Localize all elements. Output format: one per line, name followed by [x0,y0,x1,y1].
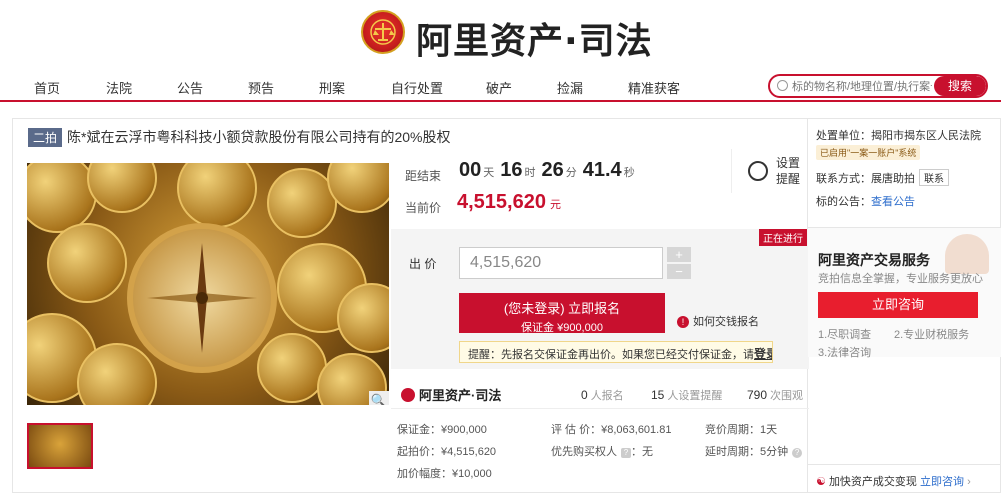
court-name: 处置单位：揭阳市揭东区人民法院 [816,130,981,142]
increment-button[interactable]: + [667,247,691,262]
chevron-right-icon: › [967,476,971,488]
zoom-icon[interactable]: 🔍 [369,391,389,405]
bid-label: 出 价 [409,257,437,271]
registered-count: 0 人报名 [581,388,624,402]
service-item: 3.法律咨询 [818,347,872,359]
nav-item-court[interactable]: 法院 [106,78,132,97]
notice-info: 标的公告：查看公告 [816,196,915,208]
round-badge: 二拍 [28,128,63,147]
court-emblem-icon [361,10,405,54]
question-icon[interactable]: ? [621,448,631,458]
appraisal-info: 评 估 价：¥8,063,601.81 [551,424,672,436]
bid-area: 正在进行 出 价 4,515,620 + − (您未登录) 立即报名 保证金 ¥… [391,229,809,369]
deposit-tip: 提醒：先报名交保证金再出价。如果您已经交付保证金，请登录 [459,341,773,363]
decrement-button[interactable]: − [667,264,691,279]
register-button[interactable]: (您未登录) 立即报名 保证金 ¥900,000 [459,293,665,334]
item-photo[interactable]: 🔍 [27,163,389,405]
contact-info: 联系方式：展唐助拍 联系 [816,169,949,186]
start-price-info: 起拍价：¥4,515,620 [397,446,497,458]
nav-item-self-disposal[interactable]: 自行处置 [391,78,443,97]
nav-item-notice[interactable]: 公告 [177,78,203,97]
reminder-count: 15 人设置提醒 [651,388,723,402]
delay-info: 延时周期：5分钟? [705,443,803,459]
service-item: 2.专业财税服务 [894,329,970,341]
increment-info: 加价幅度：¥10,000 [397,468,492,480]
set-reminder-button[interactable]: 设置提醒 [731,149,801,193]
nav-item-precision[interactable]: 精准获客 [628,78,680,97]
info-icon: ! [677,316,689,328]
account-system-badge: 已启用"一案一账户"系统 [816,145,921,160]
view-notice-link[interactable]: 查看公告 [871,196,915,208]
brand-title[interactable]: 阿里资产·司法 [416,12,653,64]
status-badge: 正在进行 [759,229,807,246]
nav-item-bargain[interactable]: 捡漏 [557,78,583,97]
help-icon[interactable]: ? [792,448,803,458]
consult-button[interactable]: 立即咨询 [818,292,978,318]
nav-item-preview[interactable]: 预告 [248,78,274,97]
cycle-info: 竞价周期：1天 [705,424,778,436]
photo-thumbnail[interactable] [27,423,93,469]
current-price: 4,515,620 元 [457,191,561,213]
quick-sale-text: ☯ 加快资产成交变现 立即咨询 › [816,476,971,488]
bid-stepper: + − [667,247,691,279]
trade-service-card: 阿里资产交易服务 竞拍信息全掌握，专业服务更放心 立即咨询 1.尽职调查 2.专… [808,227,1001,359]
search-bar: 搜索 [768,74,988,98]
court-info: 处置单位：揭阳市揭东区人民法院 已启用"一案一账户"系统 联系方式：展唐助拍 联系… [808,119,1001,227]
search-icon [777,80,788,91]
agent-icon: ☯ [816,476,826,488]
price-label: 当前价 [405,201,442,215]
auction-panel: 二拍 陈*斌在云浮市粤科科技小额贷款股份有限公司持有的20%股权 🔍 距结束 0… [12,118,809,493]
service-subtitle: 竞拍信息全掌握，专业服务更放心 [818,273,983,285]
contact-button[interactable]: 联系 [919,169,949,186]
nav-item-criminal[interactable]: 刑案 [319,78,345,97]
side-panel: 处置单位：揭阳市揭东区人民法院 已启用"一案一账户"系统 联系方式：展唐助拍 联系… [808,118,1001,493]
compass-image [127,223,277,373]
brand-logo-icon [401,388,415,402]
service-item: 1.尽职调查 [818,329,872,341]
quick-sale-bar[interactable]: ☯ 加快资产成交变现 立即咨询 › [808,464,1001,494]
nav-item-bankruptcy[interactable]: 破产 [486,78,512,97]
search-button[interactable]: 搜索 [934,76,986,96]
login-link[interactable]: 登录 [754,347,772,361]
agent-avatar [945,234,989,274]
nav-item-home[interactable]: 首页 [34,78,60,97]
countdown-label: 距结束 [405,169,442,183]
reminder-label: 设置提醒 [776,156,801,186]
search-input[interactable] [792,78,932,96]
priority-info: 优先购买权人? ：无 [551,446,653,458]
quick-consult-link[interactable]: 立即咨询 [920,476,964,488]
view-count: 790 次围观 [747,388,804,402]
stats-bar: 阿里资产·司法 0 人报名 15 人设置提醒 790 次围观 [391,379,809,409]
header: 阿里资产·司法 [0,0,1001,70]
bid-input[interactable]: 4,515,620 [459,247,663,279]
service-title: 阿里资产交易服务 [818,252,930,268]
countdown-timer: 00 天 16 时 26 分 41.4 秒 [459,159,635,181]
item-title: 陈*斌在云浮市粤科科技小额贷款股份有限公司持有的20%股权 [67,129,451,145]
mini-brand: 阿里资产·司法 [401,385,501,404]
how-to-pay-link[interactable]: ! 如何交钱报名 [677,313,759,329]
deposit-info: 保证金：¥900,000 [397,424,487,436]
alarm-clock-icon [748,161,768,181]
